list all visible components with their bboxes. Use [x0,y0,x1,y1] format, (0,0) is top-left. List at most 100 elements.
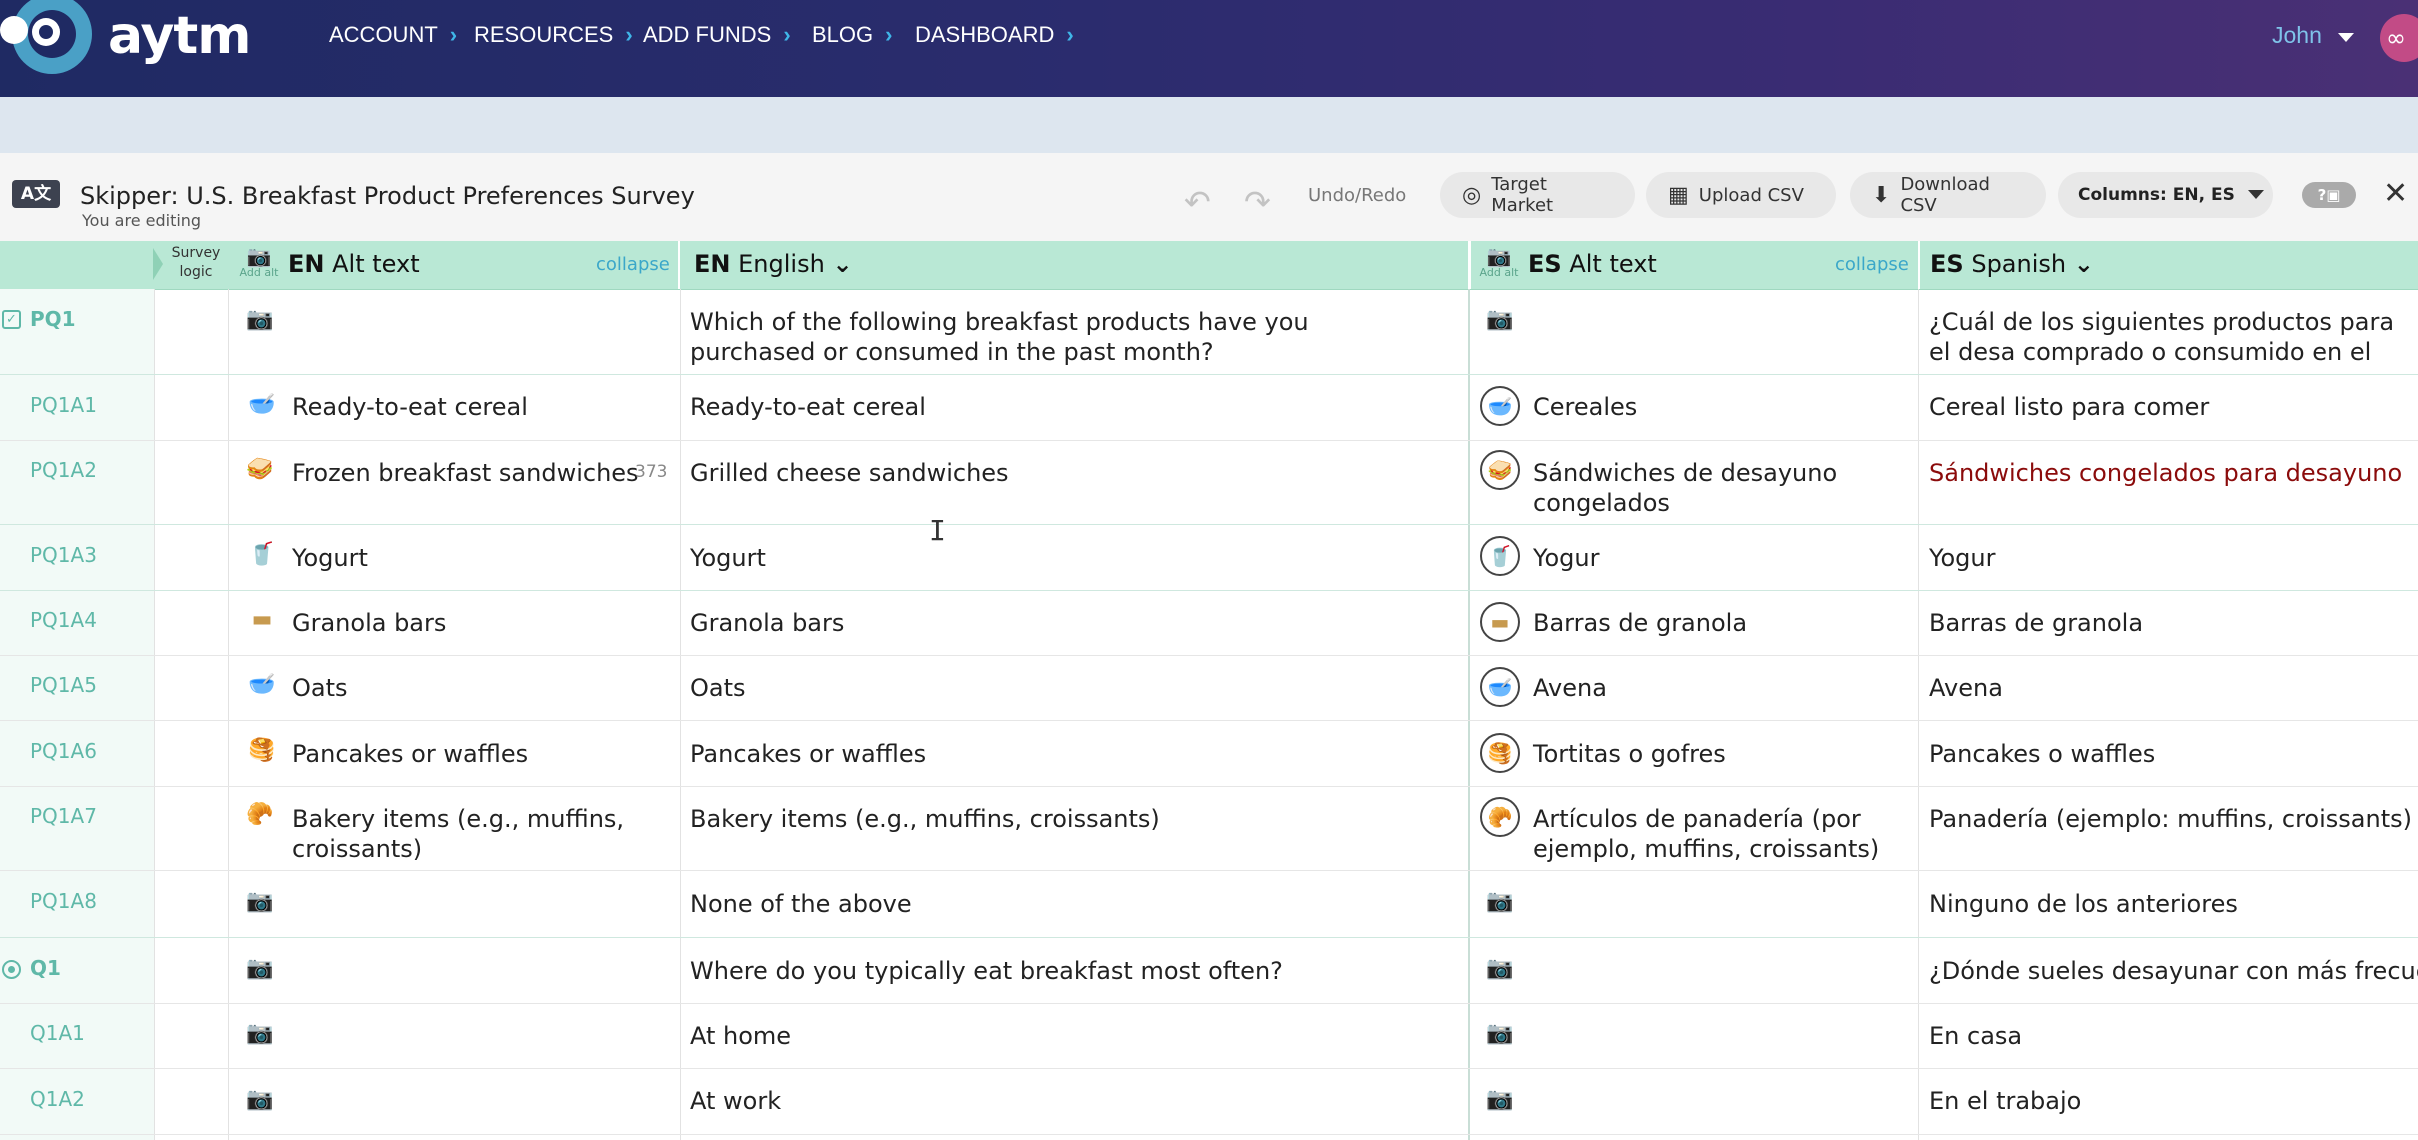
nav-blog[interactable]: BLOG › [812,22,892,48]
cereal-bowl-icon[interactable]: 🥣 [246,392,278,418]
camera-icon[interactable]: 📷 [1486,307,1513,332]
avatar[interactable]: ∞ [2380,14,2418,62]
camera-icon[interactable]: 📷 [1486,1087,1513,1112]
camera-icon[interactable]: 📷 [246,889,273,914]
en-cell[interactable]: Oats [690,673,746,703]
row-id[interactable]: PQ1A2 [30,458,97,482]
target-market-button[interactable]: ◎ Target Market [1440,172,1635,218]
row-id[interactable]: PQ1A8 [30,889,97,913]
row-id[interactable]: PQ1A4 [30,608,97,632]
caret-down-icon[interactable] [2248,190,2264,199]
add-alt-en-button[interactable]: 📷 Add alt [234,246,284,279]
brand-name[interactable]: aytm [108,6,251,66]
row-id[interactable]: PQ1A5 [30,673,97,697]
row-id[interactable]: Q1 [30,956,61,980]
row-id[interactable]: PQ1A6 [30,739,97,763]
checkbox-question-icon: ✓ [2,310,21,329]
es-cell[interactable]: Avena [1929,673,2003,703]
camera-icon[interactable]: 📷 [1486,956,1513,981]
oats-bowl-icon[interactable]: 🥣 [1480,667,1520,707]
en-alt-cell[interactable]: Oats [292,673,348,703]
es-cell[interactable]: En el trabajo [1929,1086,2081,1116]
row-id[interactable]: PQ1 [30,307,76,331]
en-cell[interactable]: Yogurt [690,543,766,573]
es-cell-changed[interactable]: Sándwiches congelados para desayuno [1929,458,2402,488]
es-cell[interactable]: Barras de granola [1929,608,2143,638]
granola-bar-icon[interactable]: ▬ [246,607,278,633]
en-alt-cell[interactable]: Frozen breakfast sandwiches [292,458,639,488]
en-cell[interactable]: Granola bars [690,608,844,638]
camera-icon[interactable]: 📷 [1486,1021,1513,1046]
en-cell[interactable]: None of the above [690,889,912,919]
pancakes-icon[interactable]: 🥞 [1480,733,1520,773]
upload-csv-label: Upload CSV [1698,184,1804,206]
es-language-header[interactable]: ES Spanish ⌄ [1930,250,2094,278]
yogurt-cup-icon[interactable]: 🥤 [1480,536,1520,576]
collapse-es-link[interactable]: collapse [1835,254,1909,275]
en-alt-cell[interactable]: Pancakes or waffles [292,739,528,769]
en-alt-cell[interactable]: Bakery items (e.g., muffins, croissants) [292,804,662,864]
close-icon[interactable]: ✕ [2383,176,2408,211]
nav-resources[interactable]: RESOURCES › [474,22,633,48]
row-id[interactable]: PQ1A1 [30,393,97,417]
en-language-header[interactable]: EN English ⌄ [694,250,853,278]
sandwich-icon[interactable]: 🥪 [1480,450,1520,490]
es-cell[interactable]: Yogur [1929,543,1995,573]
en-alt-cell[interactable]: Ready-to-eat cereal [292,392,528,422]
en-cell[interactable]: Grilled cheese sandwiches [690,458,1009,488]
en-cell[interactable]: At home [690,1021,791,1051]
row-id[interactable]: Q1A2 [30,1087,85,1111]
croissant-icon[interactable]: 🥐 [1480,797,1520,837]
es-alt-cell[interactable]: Cereales [1533,392,1637,422]
es-alt-cell[interactable]: Avena [1533,673,1607,703]
nav-account[interactable]: ACCOUNT › [329,22,457,48]
cereal-bowl-icon[interactable]: 🥣 [1480,386,1520,426]
en-alt-cell[interactable]: Granola bars [292,608,446,638]
en-cell[interactable]: Ready-to-eat cereal [690,392,926,422]
en-cell[interactable]: Where do you typically eat breakfast mos… [690,956,1283,986]
es-alt-cell[interactable]: Yogur [1533,543,1599,573]
columns-select[interactable]: Columns: EN, ES [2058,172,2273,218]
es-cell[interactable]: ¿Cuál de los siguientes productos para e… [1929,307,2418,369]
croissant-icon[interactable]: 🥐 [244,802,276,828]
download-csv-button[interactable]: ⬇ Download CSV [1850,172,2046,218]
row-id[interactable]: PQ1A3 [30,543,97,567]
camera-icon[interactable]: 📷 [246,956,273,981]
es-cell[interactable]: ¿Dónde sueles desayunar con más frecuenc… [1929,956,2418,986]
nav-dashboard[interactable]: DASHBOARD › [915,22,1074,48]
es-cell[interactable]: Ninguno de los anteriores [1929,889,2238,919]
es-cell[interactable]: En casa [1929,1021,2022,1051]
undo-icon[interactable]: ↶ [1184,183,1211,221]
en-cell[interactable]: Pancakes or waffles [690,739,926,769]
camera-icon[interactable]: 📷 [246,1021,273,1046]
es-cell[interactable]: Panadería (ejemplo: muffins, croissants) [1929,804,2412,834]
caret-down-icon[interactable] [2338,33,2354,42]
nav-add-funds[interactable]: ADD FUNDS › [643,22,791,48]
granola-bar-icon[interactable]: ▬ [1480,602,1520,642]
yogurt-cup-icon[interactable]: 🥤 [246,542,278,568]
camera-icon[interactable]: 📷 [1486,889,1513,914]
sandwich-icon[interactable]: 🥪 [244,457,276,483]
user-menu[interactable]: John [2272,22,2322,49]
oats-bowl-icon[interactable]: 🥣 [246,672,278,698]
camera-icon[interactable]: 📷 [246,1087,273,1112]
es-alt-cell[interactable]: Barras de granola [1533,608,1747,638]
row-id[interactable]: PQ1A7 [30,804,97,828]
es-cell[interactable]: Cereal listo para comer [1929,392,2209,422]
en-cell[interactable]: At work [690,1086,781,1116]
es-alt-cell[interactable]: Artículos de panadería (por ejemplo, muf… [1533,804,1903,864]
upload-csv-button[interactable]: ▦ Upload CSV [1646,172,1836,218]
add-alt-es-button[interactable]: 📷 Add alt [1474,246,1524,279]
en-cell[interactable]: Which of the following breakfast product… [690,307,1390,367]
es-alt-cell[interactable]: Tortitas o gofres [1533,739,1726,769]
pancakes-icon[interactable]: 🥞 [246,738,278,764]
es-alt-cell[interactable]: Sándwiches de desayuno congelados [1533,458,1873,518]
camera-icon[interactable]: 📷 [246,307,273,332]
en-alt-cell[interactable]: Yogurt [292,543,368,573]
redo-icon[interactable]: ↷ [1244,183,1271,221]
help-icon[interactable]: ?▣ [2302,182,2356,208]
en-cell[interactable]: Bakery items (e.g., muffins, croissants) [690,804,1160,834]
es-cell[interactable]: Pancakes o waffles [1929,739,2155,769]
row-id[interactable]: Q1A1 [30,1021,85,1045]
collapse-en-link[interactable]: collapse [596,254,670,275]
